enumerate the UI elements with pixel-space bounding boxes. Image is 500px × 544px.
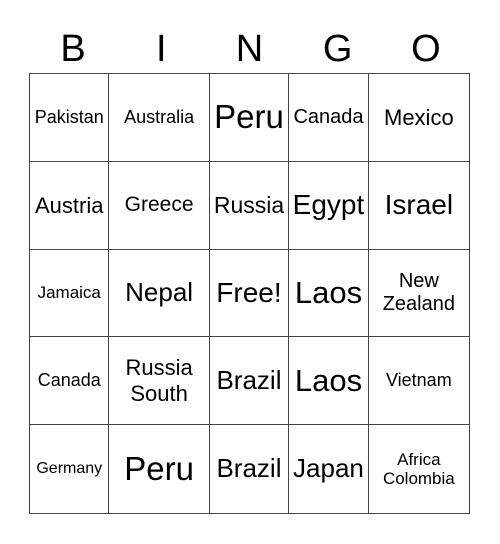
bingo-cell[interactable]: Mexico — [368, 74, 469, 162]
bingo-cell[interactable]: Canada — [289, 74, 369, 162]
header-letter-g: G — [322, 28, 353, 70]
bingo-cell[interactable]: Austria — [30, 161, 110, 250]
header-letter-b: B — [60, 28, 86, 70]
bingo-card-grid: Pakistan Australia Peru Canada Mexico Au… — [29, 73, 470, 514]
bingo-cell[interactable]: Germany — [30, 425, 110, 513]
bingo-cell[interactable]: Africa Colombia — [369, 425, 469, 513]
bingo-cell[interactable]: Jamaica — [30, 249, 110, 338]
bingo-cell[interactable]: Peru — [209, 74, 290, 162]
header-letter-i: I — [156, 28, 167, 70]
bingo-cell[interactable]: Laos — [289, 337, 369, 426]
bingo-cell[interactable]: Pakistan — [30, 74, 110, 162]
header-letter-o: O — [411, 28, 441, 70]
bingo-header: B I N G O — [29, 26, 470, 72]
bingo-cell[interactable]: Greece — [109, 161, 210, 250]
bingo-cell[interactable]: Australia — [109, 74, 210, 162]
bingo-cell[interactable]: New Zealand — [368, 250, 469, 338]
bingo-cell[interactable]: Canada — [30, 337, 110, 426]
bingo-cell[interactable]: Brazil — [210, 425, 290, 513]
bingo-cell[interactable]: Russia — [209, 161, 290, 250]
bingo-cell[interactable]: Israel — [368, 162, 469, 250]
bingo-cell[interactable]: Brazil — [209, 337, 290, 426]
bingo-cell[interactable]: Japan — [289, 425, 369, 513]
bingo-cell[interactable]: Laos — [289, 249, 369, 338]
bingo-cell[interactable]: Russia South — [109, 337, 210, 426]
bingo-cell[interactable]: Vietnam — [368, 337, 469, 426]
bingo-cell[interactable]: Nepal — [109, 249, 210, 338]
free-space-cell[interactable]: Free! — [209, 249, 290, 338]
bingo-cell[interactable]: Peru — [109, 425, 210, 513]
header-letter-n: N — [235, 28, 264, 70]
bingo-cell[interactable]: Egypt — [289, 161, 369, 250]
